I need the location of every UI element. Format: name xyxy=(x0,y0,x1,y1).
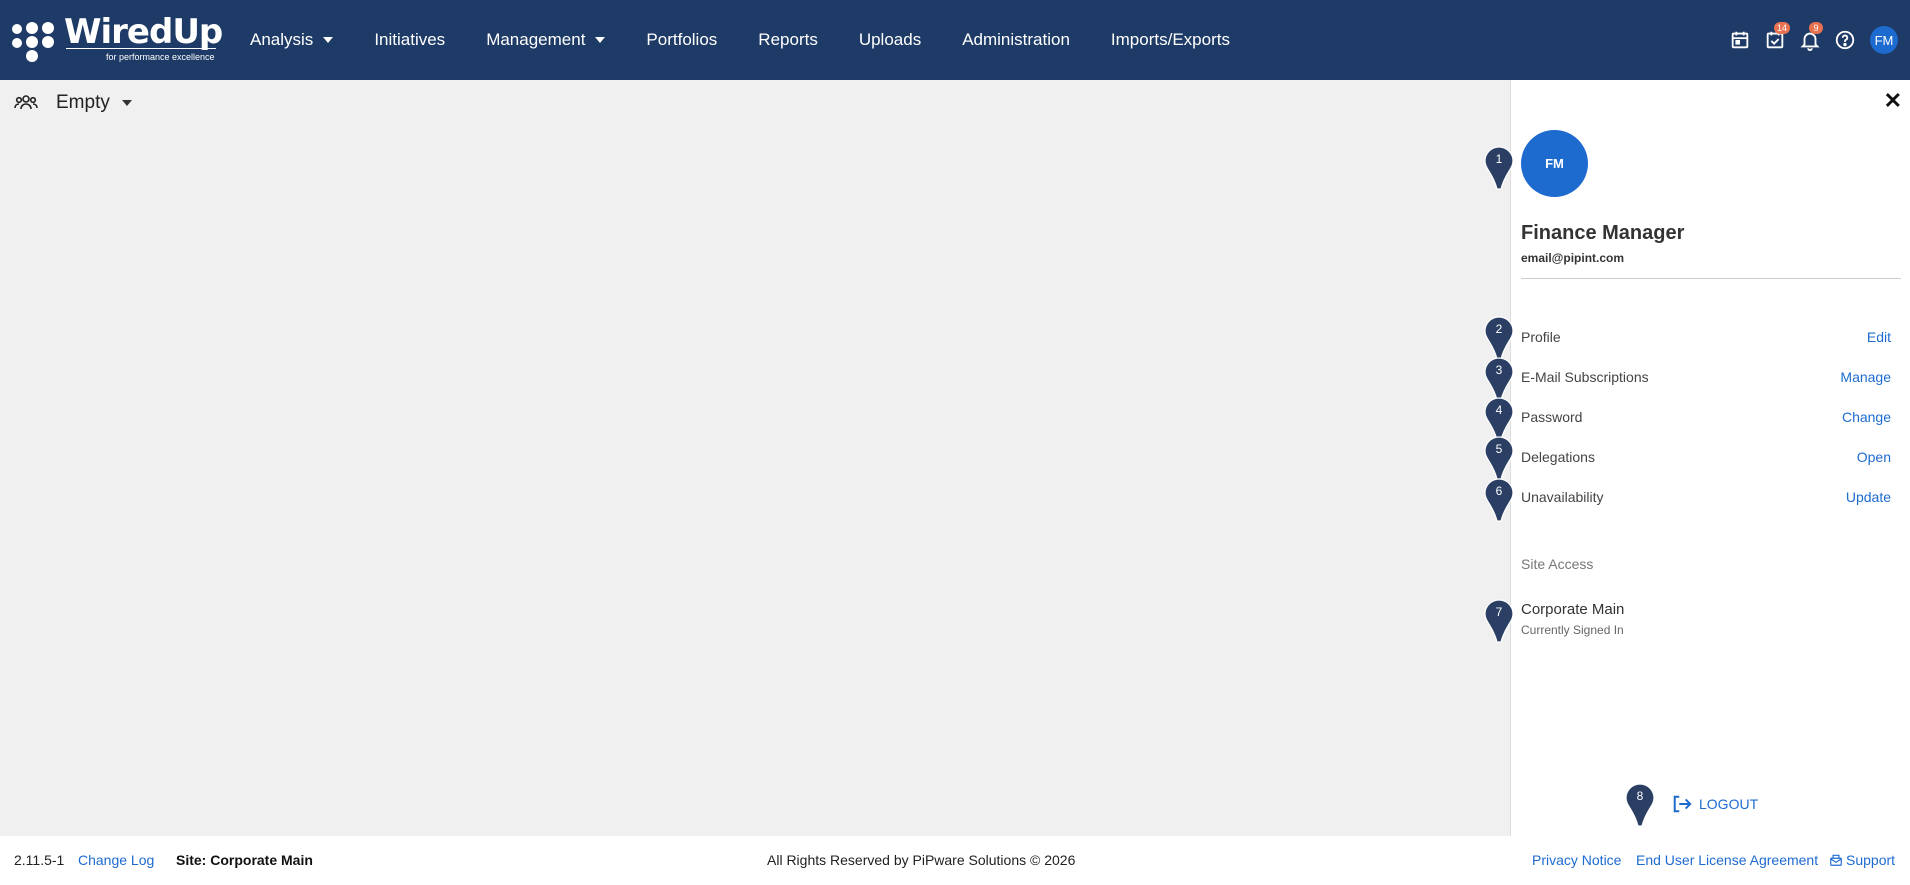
site-status: Currently Signed In xyxy=(1521,623,1624,637)
change-log-link[interactable]: Change Log xyxy=(78,852,154,868)
caret-down-icon xyxy=(121,100,132,106)
caret-down-icon xyxy=(323,37,334,43)
profile-edit-link[interactable]: Edit xyxy=(1867,329,1891,345)
marker-pin: 3 xyxy=(1484,357,1514,401)
email-subscriptions-label: E-Mail Subscriptions xyxy=(1521,369,1649,385)
wiredup-logo[interactable]: WiredUp for performance excellence xyxy=(12,12,223,66)
nav-analysis[interactable]: Analysis xyxy=(250,30,334,50)
password-change-link[interactable]: Change xyxy=(1842,409,1891,425)
logout-button[interactable]: LOGOUT xyxy=(1671,794,1758,814)
footer: 2.11.5-1 Change Log Site: Corporate Main… xyxy=(0,836,1910,885)
people-icon xyxy=(14,95,38,110)
marker-pin: 1 xyxy=(1484,146,1514,190)
unavailability-update-link[interactable]: Update xyxy=(1846,489,1891,505)
user-avatar: FM xyxy=(1521,130,1588,197)
marker-pin: 4 xyxy=(1484,397,1514,441)
tasks-count-badge: 14 xyxy=(1774,22,1791,34)
logo-dots-icon xyxy=(12,20,56,64)
divider xyxy=(1521,278,1901,279)
delegations-open-link[interactable]: Open xyxy=(1857,449,1891,465)
copyright-text: All Rights Reserved by PiPware Solutions… xyxy=(767,852,1076,868)
top-navbar: WiredUp for performance excellence Analy… xyxy=(0,0,1910,80)
tasks-icon[interactable]: 14 xyxy=(1764,22,1791,51)
logo-tagline: for performance excellence xyxy=(106,52,215,62)
marker-pin: 7 xyxy=(1484,599,1514,643)
unavailability-label: Unavailability xyxy=(1521,489,1604,505)
nav-portfolios[interactable]: Portfolios xyxy=(646,30,717,50)
user-panel: ✕ FM Finance Manager email@pipint.com Pr… xyxy=(1510,80,1910,836)
marker-pin: 8 xyxy=(1625,783,1655,827)
nav-imports-exports[interactable]: Imports/Exports xyxy=(1111,30,1230,50)
bell-icon[interactable]: 9 xyxy=(1799,22,1823,51)
eula-link[interactable]: End User License Agreement xyxy=(1636,852,1818,868)
help-icon[interactable] xyxy=(1834,29,1856,51)
support-icon xyxy=(1830,854,1842,866)
support-link[interactable]: Support xyxy=(1829,852,1895,868)
site-access-heading: Site Access xyxy=(1521,556,1594,572)
caret-down-icon xyxy=(595,37,606,43)
marker-pin: 6 xyxy=(1484,478,1514,522)
close-icon[interactable]: ✕ xyxy=(1884,88,1902,114)
notifications-count-badge: 9 xyxy=(1809,22,1823,34)
main-nav: Analysis Initiatives Management Portfoli… xyxy=(250,0,1271,80)
nav-administration[interactable]: Administration xyxy=(962,30,1070,50)
privacy-notice-link[interactable]: Privacy Notice xyxy=(1532,852,1621,868)
nav-initiatives[interactable]: Initiatives xyxy=(374,30,445,50)
marker-pin: 5 xyxy=(1484,436,1514,480)
email-subscriptions-row: E-Mail Subscriptions Manage xyxy=(1521,365,1891,389)
calendar-icon[interactable] xyxy=(1729,29,1751,51)
user-avatar-button[interactable]: FM xyxy=(1870,26,1898,54)
profile-row: Profile Edit xyxy=(1521,325,1891,349)
unavailability-row: Unavailability Update xyxy=(1521,485,1891,509)
password-row: Password Change xyxy=(1521,405,1891,429)
logout-icon xyxy=(1673,795,1692,813)
top-icons: 14 9 FM xyxy=(1716,0,1910,80)
delegations-row: Delegations Open xyxy=(1521,445,1891,469)
profile-label: Profile xyxy=(1521,329,1561,345)
view-selector-label: Empty xyxy=(56,92,110,113)
view-selector[interactable]: Empty xyxy=(14,92,132,114)
user-name: Finance Manager xyxy=(1521,222,1685,244)
current-site-text: Site: Corporate Main xyxy=(176,852,313,868)
site-name[interactable]: Corporate Main xyxy=(1521,601,1624,618)
version-text: 2.11.5-1 xyxy=(14,852,65,868)
user-email: email@pipint.com xyxy=(1521,251,1625,265)
nav-management[interactable]: Management xyxy=(486,30,606,50)
delegations-label: Delegations xyxy=(1521,449,1595,465)
logo-text: WiredUp xyxy=(64,12,223,52)
email-subscriptions-manage-link[interactable]: Manage xyxy=(1840,369,1891,385)
nav-reports[interactable]: Reports xyxy=(758,30,818,50)
nav-uploads[interactable]: Uploads xyxy=(859,30,921,50)
logout-label: LOGOUT xyxy=(1699,796,1759,812)
password-label: Password xyxy=(1521,409,1583,425)
marker-pin: 2 xyxy=(1484,316,1514,360)
